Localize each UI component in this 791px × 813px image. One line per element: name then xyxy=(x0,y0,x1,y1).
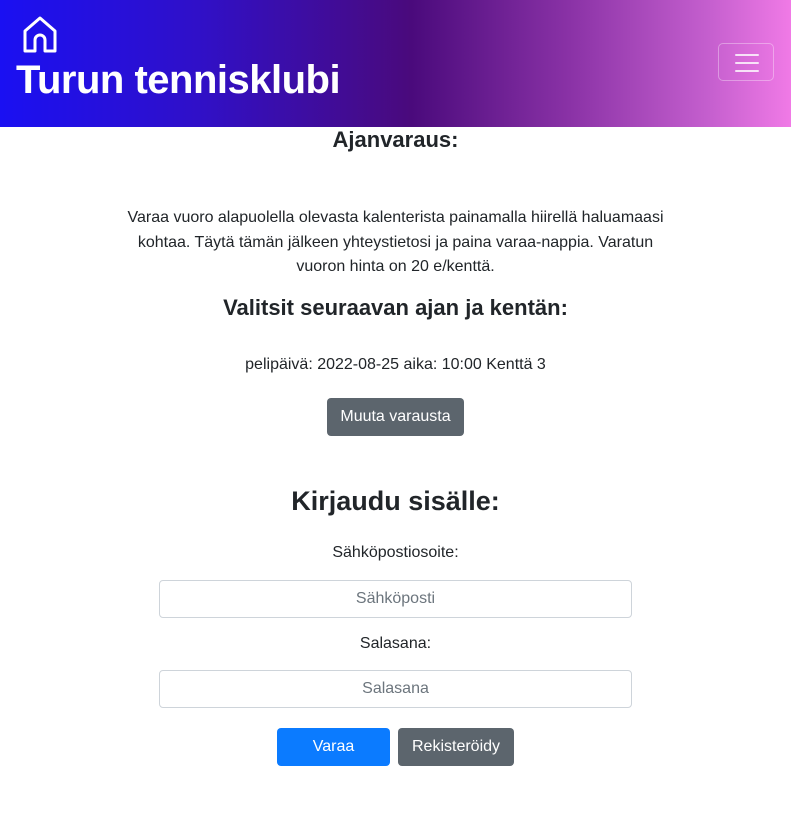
booking-heading: Ajanvaraus: xyxy=(332,127,459,152)
book-button[interactable]: Varaa xyxy=(277,728,390,766)
hamburger-menu-icon xyxy=(735,54,759,56)
register-button[interactable]: Rekisteröidy xyxy=(398,728,514,766)
selection-heading: Valitsit seuraavan ajan ja kentän: xyxy=(223,295,568,320)
home-icon[interactable] xyxy=(22,15,58,53)
email-label: Sähköpostiosoite: xyxy=(332,544,459,561)
menu-toggle-button[interactable] xyxy=(718,43,774,81)
email-field[interactable] xyxy=(159,580,632,618)
password-field[interactable] xyxy=(159,670,632,708)
change-booking-button[interactable]: Muuta varausta xyxy=(327,398,464,436)
selection-details: pelipäivä: 2022-08-25 aika: 10:00 Kenttä… xyxy=(245,356,546,373)
navbar: Turun tennisklubi xyxy=(0,0,791,127)
brand-title[interactable]: Turun tennisklubi xyxy=(16,58,341,103)
password-label: Salasana: xyxy=(359,635,432,652)
login-heading: Kirjaudu sisälle: xyxy=(291,486,500,516)
booking-instructions: Varaa vuoro alapuolella olevasta kalente… xyxy=(127,209,664,275)
